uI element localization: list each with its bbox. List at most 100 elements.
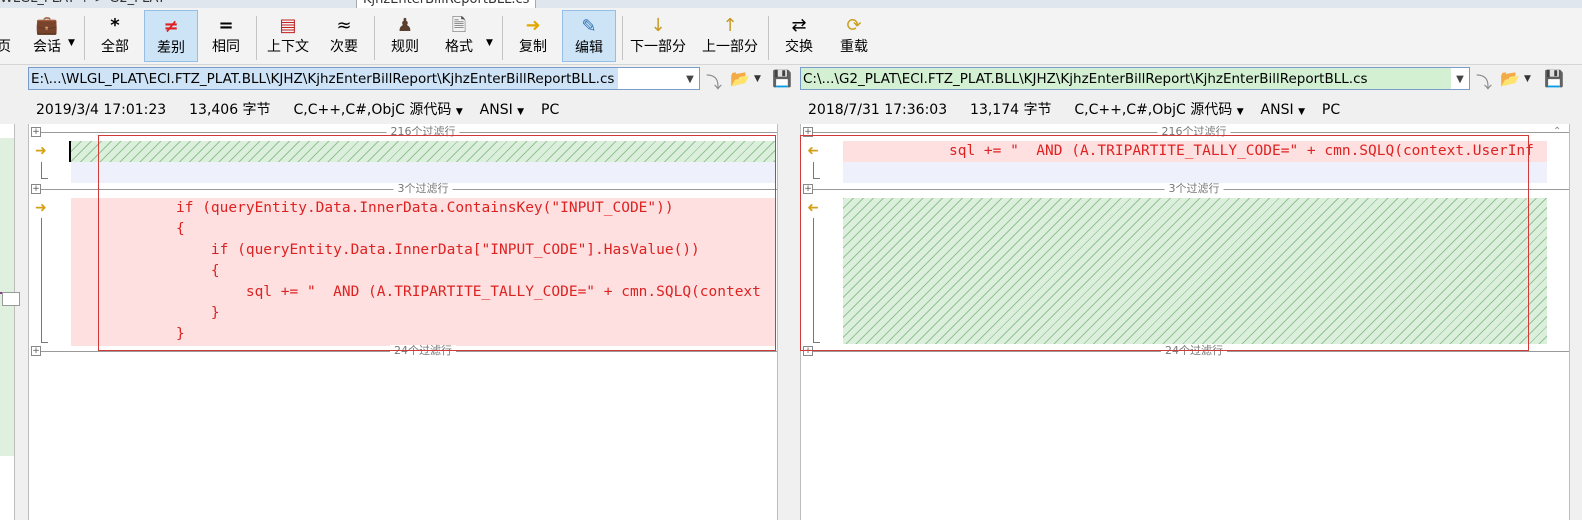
reload-button[interactable]: ⟳ 重载 [834,10,874,62]
chevron-up-icon[interactable]: ⌃ [1553,126,1561,137]
chevron-down-icon[interactable]: ▼ [1237,107,1244,117]
not-equal-icon: ≠ [163,16,179,37]
arrow-down-icon: ↓ [650,15,666,36]
left-filter-top[interactable]: + 216个过滤行 [29,126,777,138]
right-empty-line [843,162,1547,183]
left-file-info: 2019/3/4 17:01:23 13,406 字节 C,C++,C#,Obj… [36,99,559,119]
expand-icon[interactable]: + [803,184,813,194]
copy-right-arrow-icon[interactable]: ➜ [35,142,47,160]
swap-button[interactable]: ⇄ 交换 [780,10,818,62]
left-path-field[interactable]: E:\...\WLGL_PLAT\ECI.FTZ_PLAT.BLL\KJHZ\K… [28,67,700,90]
left-code-line-7: } [176,326,185,342]
separator [256,16,257,60]
expand-icon[interactable]: + [31,127,41,137]
expand-icon[interactable]: + [803,127,813,137]
format-document-icon: 🗎 [451,15,467,36]
rules-button[interactable]: ♟ 规则 [386,10,424,62]
equal-icon: = [218,15,234,36]
arrow-right-icon: ➜ [525,15,541,36]
right-filter-top[interactable]: + 216个过滤行 [801,126,1569,138]
chevron-down-icon[interactable]: ▼ [456,107,463,117]
block-bracket [813,162,820,179]
left-code-line-2: { [176,221,185,237]
context-button[interactable]: ▤ 上下文 [262,10,314,62]
chevron-down-icon[interactable]: ▼ [1298,107,1305,117]
right-folder-dropdown-icon[interactable]: ▼ [1524,74,1531,84]
left-encoding-select[interactable]: ANSI [480,102,513,118]
expand-icon[interactable]: + [31,184,41,194]
toolbar: 页 💼 会话 ▼ * 全部 ≠ 差别 = 相同 ▤ 上下文 ≈ 次要 ♟ 规则 … [0,8,1582,65]
left-line-ending: PC [541,102,560,118]
expand-icon[interactable]: + [31,346,41,356]
asterisk-icon: * [110,15,120,36]
left-code-line-4: { [176,263,220,279]
left-date: 2019/3/4 17:01:23 [36,102,167,118]
block-bracket [813,218,820,343]
session-button[interactable]: 💼 会话 [28,10,66,62]
left-filter-bottom[interactable]: + 24个过滤行 [29,345,777,357]
minor-button[interactable]: ≈ 次要 [324,10,364,62]
next-section-button[interactable]: ↓ 下一部分 [626,10,690,62]
left-code-line-3: if (queryEntity.Data.InnerData["INPUT_CO… [176,242,700,258]
left-missing-line [71,141,775,162]
approx-icon: ≈ [336,15,352,36]
prev-section-button[interactable]: ↑ 上一部分 [698,10,762,62]
left-empty-line [71,162,775,183]
show-same-button[interactable]: = 相同 [206,10,246,62]
show-all-button[interactable]: * 全部 [94,10,136,62]
right-language-select[interactable]: C,C++,C#,ObjC 源代码 [1074,102,1232,118]
right-open-folder-icon[interactable]: 📂 [1500,69,1520,88]
page-icon [0,14,14,38]
edit-button[interactable]: ✎ 编辑 [562,10,616,62]
copy-button[interactable]: ➜ 复制 [512,10,554,62]
left-language-select[interactable]: C,C++,C#,ObjC 源代码 [293,102,451,118]
left-filter-mid[interactable]: + 3个过滤行 [29,183,777,195]
left-code-line-6: } [176,305,220,321]
folder-pane-stub [0,124,20,520]
stub-scroll-thumb[interactable] [2,292,20,306]
separator [768,16,769,60]
separator [622,16,623,60]
arrow-up-icon: ↑ [722,15,738,36]
right-history-icon[interactable]: ⤵ [1476,69,1492,93]
right-path-field[interactable]: C:\...\G2_PLAT\ECI.FTZ_PLAT.BLL\KJHZ\Kjh… [800,67,1470,90]
right-missing-block [843,198,1547,344]
copy-left-arrow-icon[interactable]: ➜ [807,199,819,217]
separator [374,16,375,60]
right-encoding-select[interactable]: ANSI [1261,102,1294,118]
briefcase-icon: 💼 [35,15,59,36]
expand-icon[interactable]: + [803,346,813,356]
right-filter-bottom[interactable]: + 24个过滤行 [801,345,1569,357]
show-diff-button[interactable]: ≠ 差别 [144,10,198,62]
right-code-pane[interactable]: + 216个过滤行 ⌃ ➜ sql += " AND (A.TRIPARTITE… [800,124,1570,520]
left-code-pane[interactable]: + 216个过滤行 × ➜ + 3个过滤行 ➜ if (queryEntity.… [28,124,778,520]
chevron-down-icon[interactable]: ▼ [517,107,524,117]
swap-icon: ⇄ [791,15,807,36]
right-save-icon[interactable]: 💾 [1544,69,1564,88]
format-button[interactable]: 🗎 格式 [440,10,478,62]
page-button[interactable]: 页 [0,10,14,62]
text-cursor [69,141,71,162]
separator [84,16,85,60]
block-bracket [41,218,48,343]
tab-session[interactable]: WLGL_PLAT + > G2_PLAT [0,0,165,8]
left-open-folder-icon[interactable]: 📂 [730,69,750,88]
chevron-down-icon[interactable]: ▼ [681,68,699,89]
pencil-icon: ✎ [581,16,597,37]
separator [502,16,503,60]
left-folder-dropdown-icon[interactable]: ▼ [754,74,761,84]
referee-icon: ♟ [396,15,414,36]
left-code-line-1: if (queryEntity.Data.InnerData.ContainsK… [176,200,674,216]
left-save-icon[interactable]: 💾 [772,69,792,88]
right-filter-mid[interactable]: + 3个过滤行 [801,183,1569,195]
chevron-down-icon[interactable]: ▼ [1451,68,1469,89]
right-size: 13,174 字节 [970,102,1052,118]
left-history-icon[interactable]: ⤵ [706,69,722,93]
reload-icon: ⟳ [846,15,862,36]
left-code-line-5: sql += " AND (A.TRIPARTITE_TALLY_CODE=" … [176,284,761,300]
copy-left-arrow-icon[interactable]: ➜ [807,142,819,160]
session-dropdown-icon[interactable]: ▼ [68,38,75,48]
copy-right-arrow-icon[interactable]: ➜ [35,199,47,217]
format-dropdown-icon[interactable]: ▼ [486,38,493,48]
right-line-ending: PC [1321,102,1341,118]
